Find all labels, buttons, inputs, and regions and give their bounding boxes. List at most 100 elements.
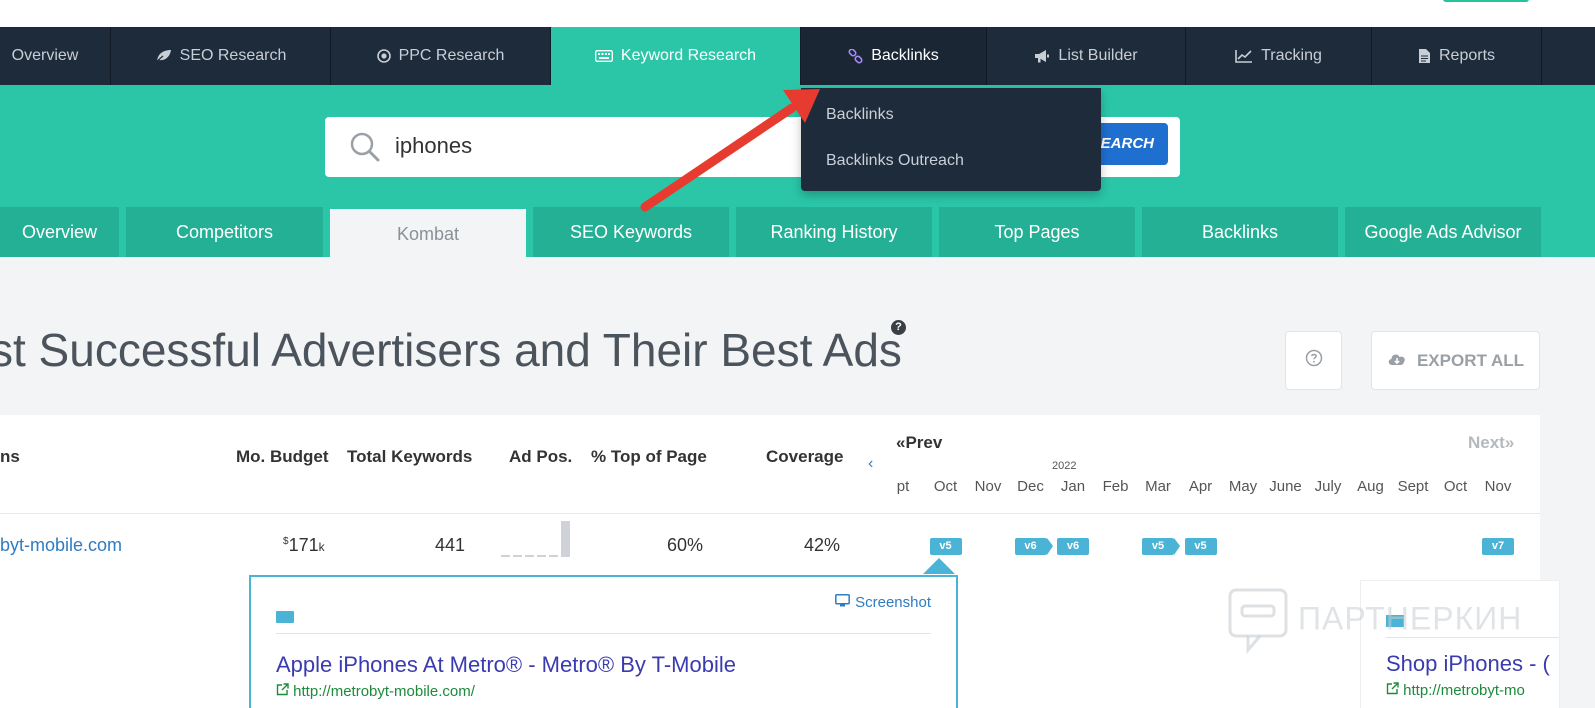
month-label: Mar <box>1145 478 1171 495</box>
export-all-button[interactable]: EXPORT ALL <box>1371 331 1540 390</box>
nav-reports[interactable]: Reports <box>1372 27 1542 85</box>
version-badge[interactable]: v6 <box>1014 538 1047 555</box>
cloud-download-icon <box>1387 351 1407 371</box>
subtab-overview-label: Overview <box>21 221 97 242</box>
help-mark-icon[interactable]: ? <box>891 320 906 335</box>
subtab-google-ads-advisor[interactable]: Google Ads Advisor <box>1345 207 1541 257</box>
month-label: July <box>1314 478 1342 495</box>
scroll-left-icon[interactable]: ‹ <box>868 455 873 473</box>
prev-label: Prev <box>905 433 943 452</box>
col-header-ad-pos[interactable]: Ad Pos. <box>509 447 572 467</box>
subtab-backlinks[interactable]: Backlinks <box>1142 207 1338 257</box>
version-badge[interactable]: v7 <box>1482 538 1514 555</box>
top-strip <box>0 0 1595 27</box>
nav-tracking[interactable]: Tracking <box>1186 27 1372 85</box>
dropdown-item-backlinks-outreach[interactable]: Backlinks Outreach <box>801 140 1101 186</box>
row-coverage: 42% <box>804 535 841 555</box>
subtab-kombat[interactable]: Kombat <box>330 209 526 259</box>
subtab-backlinks-label: Backlinks <box>1201 221 1279 242</box>
prev-button[interactable]: «Prev <box>896 433 942 453</box>
subtab-google-ads-advisor-label: Google Ads Advisor <box>1364 221 1522 242</box>
subtab-competitors[interactable]: Competitors <box>126 207 323 257</box>
month-label: Sept <box>1397 478 1429 495</box>
search-value: iphones <box>395 133 473 158</box>
leaf-icon <box>155 49 172 63</box>
watermark-text: ПАРТНЕРКИН <box>1298 600 1523 637</box>
subtab-overview[interactable]: Overview <box>0 207 119 257</box>
ad-title-link[interactable]: Shop iPhones - ( <box>1386 651 1550 677</box>
ad-url-link[interactable]: http://metrobyt-mobile.com/ <box>276 683 475 700</box>
subtab-seo-keywords-label: SEO Keywords <box>569 221 693 242</box>
subtab-ranking-history-label: Ranking History <box>770 221 898 242</box>
col-header-top-of-page[interactable]: % Top of Page <box>591 447 707 467</box>
col-header-coverage[interactable]: Coverage <box>766 447 843 467</box>
month-label: Aug <box>1357 478 1384 495</box>
ad-url-link[interactable]: http://metrobyt-mo <box>1386 682 1525 699</box>
external-link-icon <box>1386 682 1403 699</box>
subtab-seo-keywords[interactable]: SEO Keywords <box>533 207 729 257</box>
header-divider <box>0 513 1540 514</box>
month-label: Oct <box>1443 478 1468 495</box>
month-label: June <box>1269 478 1302 495</box>
nav-overview[interactable]: Overview <box>0 27 111 85</box>
nav-list-builder-label: List Builder <box>1058 47 1138 64</box>
col-header-domains[interactable]: ns <box>0 447 20 467</box>
version-badge[interactable]: v5 <box>1142 538 1174 555</box>
ad-title-link[interactable]: Apple iPhones At Metro® - Metro® By T-Mo… <box>276 652 736 678</box>
watermark-logo: ПАРТНЕРКИН <box>1228 588 1523 655</box>
version-badge[interactable]: v5 <box>1184 538 1217 555</box>
nav-reports-label: Reports <box>1438 47 1496 64</box>
nav-list-builder[interactable]: List Builder <box>987 27 1186 85</box>
nav-keyword-research-label: Keyword Research <box>620 47 757 64</box>
external-link-icon <box>276 683 293 700</box>
chart-line-icon <box>1235 49 1253 63</box>
month-label: May <box>1228 478 1258 495</box>
nav-overview-label: Overview <box>11 47 79 64</box>
subtab-ranking-history[interactable]: Ranking History <box>736 207 932 257</box>
version-badge-tail <box>1174 538 1180 555</box>
subtab-kombat-label: Kombat <box>396 223 460 244</box>
col-header-budget[interactable]: Mo. Budget <box>236 447 329 467</box>
screenshot-label: Screenshot <box>855 594 931 611</box>
nav-seo-research[interactable]: SEO Research <box>111 27 331 85</box>
nav-seo-research-label: SEO Research <box>179 47 287 64</box>
export-all-label: EXPORT ALL <box>1416 350 1525 370</box>
col-header-total-keywords[interactable]: Total Keywords <box>347 447 472 467</box>
row-top-of-page: 60% <box>667 535 704 555</box>
ad-pos-bar <box>525 555 534 557</box>
row-domain-link[interactable]: byt-mobile.com <box>0 535 122 556</box>
keyboard-icon <box>594 50 613 62</box>
nav-ppc-research[interactable]: PPC Research <box>331 27 551 85</box>
ad-pos-bar <box>537 555 546 557</box>
search-icon <box>349 131 381 168</box>
folder-icon[interactable] <box>276 611 294 623</box>
version-badge[interactable]: v5 <box>929 538 962 555</box>
version-badge-tail <box>1046 538 1053 555</box>
row-budget: $171k <box>283 535 325 556</box>
account-button[interactable] <box>1443 0 1529 2</box>
monitor-icon <box>835 594 851 611</box>
document-icon <box>1418 48 1431 64</box>
backlinks-dropdown: Backlinks Backlinks Outreach <box>801 88 1101 191</box>
next-button[interactable]: Next» <box>1468 433 1514 453</box>
help-button[interactable] <box>1285 331 1342 390</box>
subtab-top-pages[interactable]: Top Pages <box>939 207 1135 257</box>
budget-suffix: k <box>318 540 325 554</box>
sub-tabs: Overview Competitors Kombat SEO Keywords… <box>0 207 1595 259</box>
ad-pos-bar <box>561 521 570 557</box>
megaphone-icon <box>1034 49 1050 63</box>
ad-pos-bar <box>549 555 558 557</box>
month-label: Apr <box>1188 478 1213 495</box>
budget-value: 171 <box>288 535 319 555</box>
link-icon <box>848 48 863 64</box>
screenshot-link[interactable]: Screenshot <box>835 594 931 611</box>
version-badge[interactable]: v6 <box>1057 538 1089 555</box>
nav-tracking-label: Tracking <box>1261 47 1322 64</box>
subtab-competitors-label: Competitors <box>175 221 274 242</box>
nav-keyword-research[interactable]: Keyword Research <box>551 27 801 85</box>
nav-backlinks[interactable]: Backlinks <box>801 27 987 85</box>
month-label: Feb <box>1102 478 1129 495</box>
dropdown-item-backlinks[interactable]: Backlinks <box>801 94 1101 140</box>
next-label: Next <box>1468 433 1505 452</box>
nav-ppc-research-label: PPC Research <box>398 47 505 64</box>
